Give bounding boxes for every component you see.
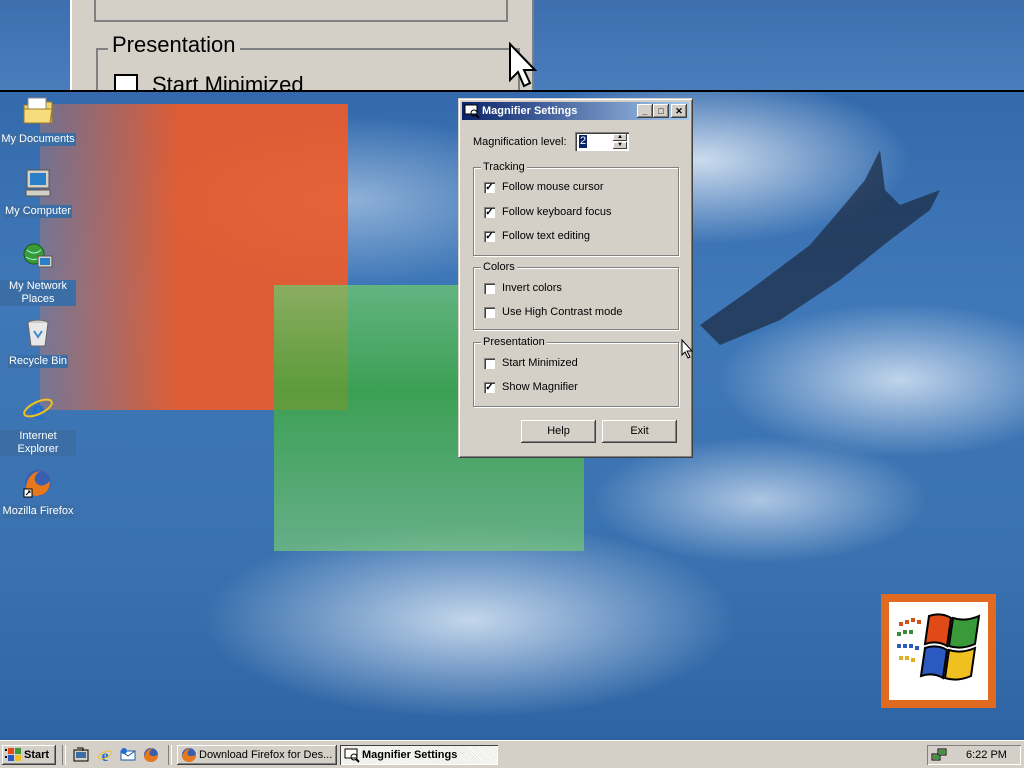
magnifier-view: Presentation Start Minimized bbox=[0, 0, 1024, 92]
task-label: Magnifier Settings bbox=[362, 749, 458, 761]
icon-label: Mozilla Firefox bbox=[1, 505, 75, 518]
task-label: Download Firefox for Des... bbox=[199, 749, 333, 761]
firefox-icon bbox=[23, 470, 51, 498]
presentation-legend: Presentation bbox=[481, 336, 547, 348]
start-label: Start bbox=[24, 749, 50, 761]
close-button[interactable]: ✕ bbox=[671, 104, 687, 118]
windows-flag-icon bbox=[897, 613, 981, 681]
presentation-group: Presentation Start Minimized ✓ Show Magn… bbox=[473, 336, 679, 407]
network-tray-icon[interactable] bbox=[931, 747, 947, 763]
system-tray: 6:22 PM bbox=[927, 745, 1021, 765]
checkbox-label: Use High Contrast mode bbox=[502, 306, 623, 318]
outlook-express-icon[interactable] bbox=[120, 747, 136, 763]
desktop-icon-recycle-bin[interactable]: Recycle Bin bbox=[0, 317, 76, 368]
maximize-button[interactable]: □ bbox=[653, 104, 669, 118]
diver-silhouette bbox=[700, 150, 940, 345]
icon-label: Recycle Bin bbox=[7, 355, 69, 368]
checkbox-label: Follow mouse cursor bbox=[502, 181, 604, 193]
magnifier-settings-dialog: Magnifier Settings _ □ ✕ Magnification l… bbox=[458, 98, 693, 458]
checkbox-label: Follow text editing bbox=[502, 230, 591, 242]
checkbox-box[interactable] bbox=[484, 283, 495, 294]
magnification-value[interactable]: 2 bbox=[579, 135, 588, 148]
magnified-cursor-icon bbox=[509, 42, 538, 88]
magnification-label: Magnification level: bbox=[473, 136, 567, 148]
checkbox-box[interactable]: ✓ bbox=[484, 231, 495, 242]
tracking-group: Tracking ✓ Follow mouse cursor ✓ Follow … bbox=[473, 161, 679, 256]
task-button-firefox[interactable]: Download Firefox for Des... bbox=[177, 745, 337, 765]
minimize-button[interactable]: _ bbox=[637, 104, 653, 118]
desktop-icon-firefox[interactable]: Mozilla Firefox bbox=[0, 467, 76, 518]
svg-text:e: e bbox=[101, 748, 108, 763]
icon-label: My Network Places bbox=[0, 280, 76, 306]
checkbox-box[interactable]: ✓ bbox=[484, 382, 495, 393]
checkbox-label: Follow keyboard focus bbox=[502, 206, 612, 218]
desktop-icon-my-documents[interactable]: My Documents bbox=[0, 95, 76, 146]
icon-label: My Computer bbox=[3, 205, 73, 218]
exit-button[interactable]: Exit bbox=[602, 420, 677, 443]
checkbox-label: Start Minimized bbox=[502, 357, 578, 369]
checkbox-box[interactable] bbox=[484, 358, 495, 369]
taskbar-separator bbox=[62, 745, 66, 765]
clock[interactable]: 6:22 PM bbox=[966, 749, 1007, 761]
windows-logo bbox=[881, 594, 996, 708]
show-desktop-icon[interactable] bbox=[73, 747, 89, 763]
magnified-checkbox-text: Start Minimized bbox=[152, 72, 304, 92]
checkbox-label: Show Magnifier bbox=[502, 381, 578, 393]
magnified-dialog: Presentation Start Minimized bbox=[70, 0, 534, 92]
magnifier-icon bbox=[344, 748, 360, 763]
icon-label: My Documents bbox=[0, 133, 76, 146]
taskbar: Start e Download Firefox for Des... Magn… bbox=[0, 740, 1024, 768]
window-title: Magnifier Settings bbox=[482, 105, 578, 117]
icon-label: Internet Explorer bbox=[0, 430, 76, 456]
checkbox-box[interactable] bbox=[484, 307, 495, 318]
internet-explorer-icon[interactable]: e bbox=[97, 747, 113, 763]
title-bar[interactable]: Magnifier Settings _ □ ✕ bbox=[462, 102, 689, 120]
magnified-legend: Presentation bbox=[108, 32, 240, 58]
help-button[interactable]: Help bbox=[521, 420, 596, 443]
svg-text:e: e bbox=[31, 393, 44, 424]
firefox-icon[interactable] bbox=[143, 747, 159, 763]
magnification-stepper[interactable]: 2 ▲ ▼ bbox=[575, 132, 629, 151]
desktop-icon-my-computer[interactable]: My Computer bbox=[0, 167, 76, 218]
desktop-icon-internet-explorer[interactable]: e Internet Explorer bbox=[0, 392, 76, 456]
desktop-icon-network-places[interactable]: My Network Places bbox=[0, 242, 76, 306]
task-button-magnifier-settings[interactable]: Magnifier Settings bbox=[340, 745, 498, 765]
firefox-icon bbox=[182, 748, 196, 762]
taskbar-separator bbox=[168, 745, 172, 765]
my-computer-icon bbox=[25, 169, 51, 197]
colors-group: Colors Invert colors Use High Contrast m… bbox=[473, 261, 679, 330]
my-documents-icon bbox=[23, 97, 53, 124]
spin-down-button[interactable]: ▼ bbox=[613, 142, 627, 149]
start-button[interactable]: Start bbox=[2, 745, 56, 765]
magnifier-icon bbox=[464, 104, 480, 119]
checkbox-box[interactable]: ✓ bbox=[484, 207, 495, 218]
spin-up-button[interactable]: ▲ bbox=[613, 134, 627, 141]
checkbox-box[interactable]: ✓ bbox=[484, 182, 495, 193]
recycle-bin-icon bbox=[27, 319, 49, 347]
windows-flag-icon bbox=[5, 748, 21, 761]
network-places-icon bbox=[23, 243, 53, 268]
magnified-groupbox bbox=[94, 0, 508, 22]
mouse-cursor-icon bbox=[681, 339, 693, 359]
magnified-checkbox bbox=[114, 74, 138, 90]
internet-explorer-icon: e bbox=[23, 393, 53, 426]
colors-legend: Colors bbox=[481, 261, 517, 273]
checkbox-label: Invert colors bbox=[502, 282, 562, 294]
tracking-legend: Tracking bbox=[481, 161, 527, 173]
